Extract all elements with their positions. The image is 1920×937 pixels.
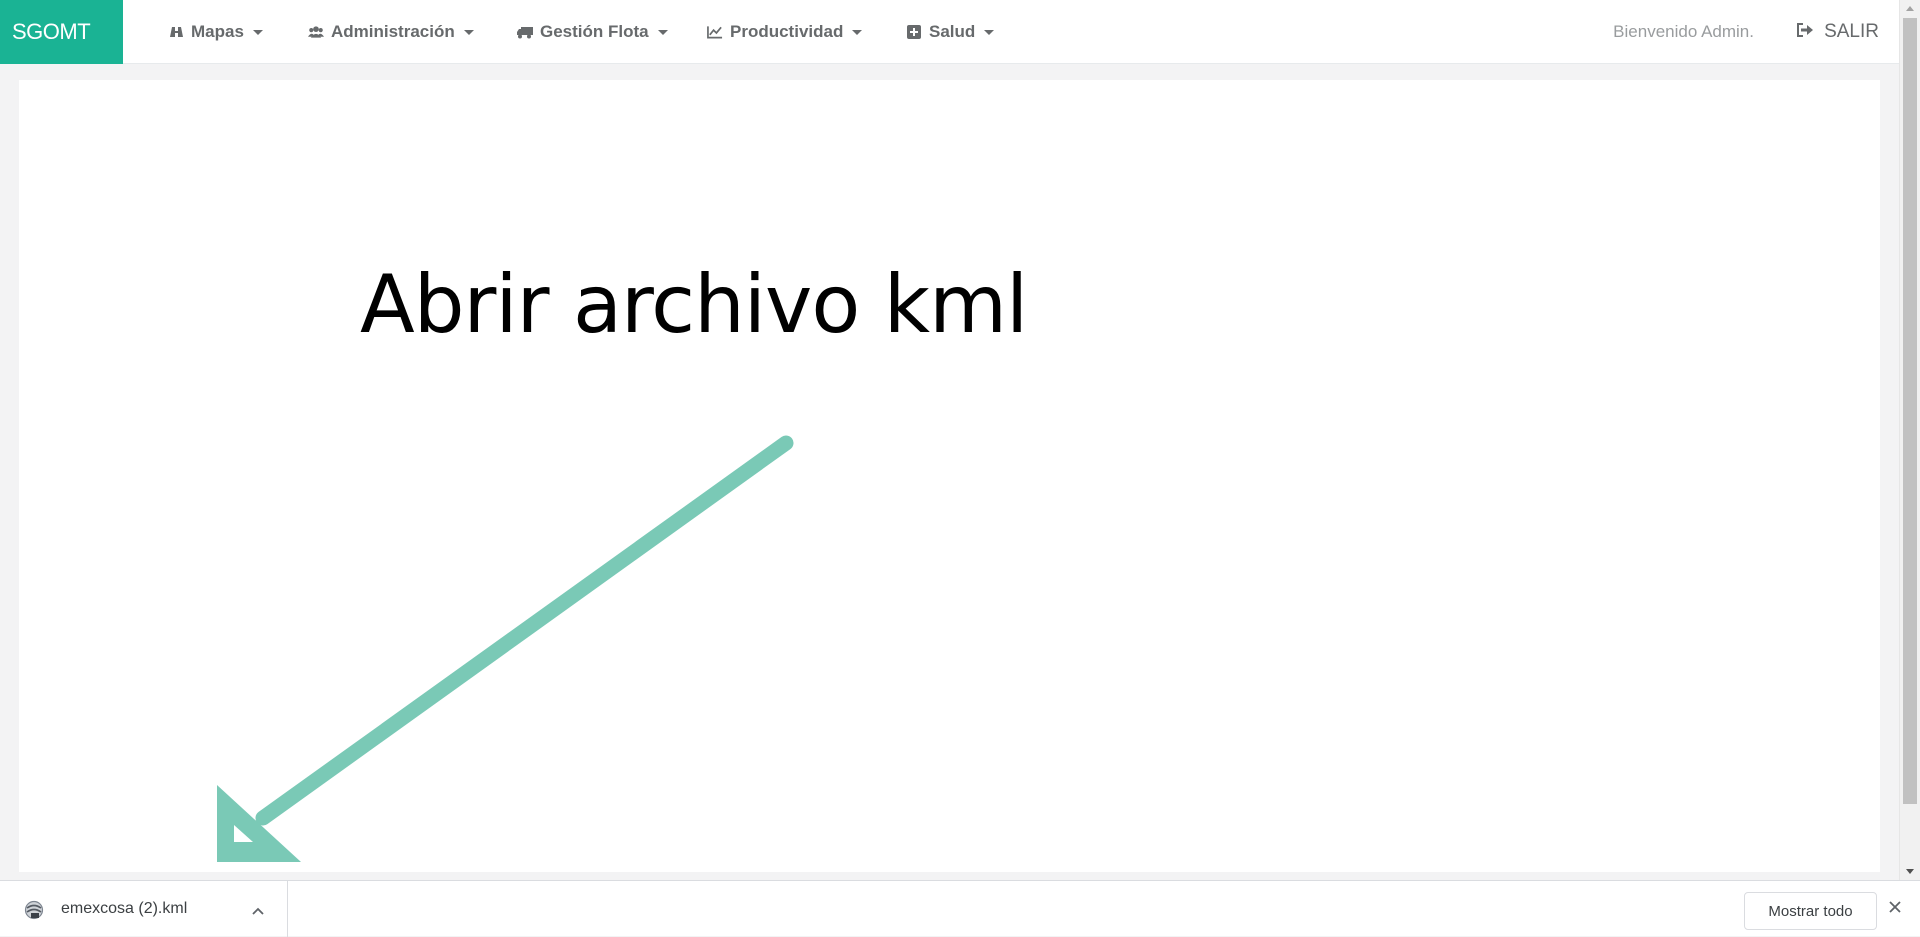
top-navbar: SGOMT Mapas Administración Gestión Flota…: [0, 0, 1899, 64]
nav-salud[interactable]: Salud: [906, 0, 995, 64]
kml-file-icon: [24, 900, 44, 925]
nav-mapas-label: Mapas: [191, 22, 244, 41]
content-panel: Abrir archivo kml: [19, 80, 1880, 872]
users-icon: [308, 24, 324, 40]
scroll-up-icon[interactable]: [1906, 6, 1914, 11]
nav-gestion-flota[interactable]: Gestión Flota: [517, 0, 668, 64]
download-file-name: emexcosa (2).kml: [61, 900, 188, 917]
chevron-down-icon: [657, 29, 668, 35]
truck-icon: [517, 24, 533, 40]
nav-productividad-label: Productividad: [730, 22, 844, 41]
scroll-down-icon[interactable]: [1906, 869, 1914, 874]
sign-out-icon: [1797, 21, 1814, 43]
logout-button[interactable]: SALIR: [1797, 0, 1879, 64]
nav-gestion-flota-label: Gestión Flota: [540, 22, 649, 41]
plus-square-icon: [906, 24, 922, 40]
nav-mapas[interactable]: Mapas: [168, 0, 263, 64]
nav-administracion[interactable]: Administración: [308, 0, 474, 64]
pointer-arrow: [217, 435, 794, 862]
chevron-down-icon: [984, 29, 995, 35]
welcome-message: Bienvenido Admin.: [1613, 22, 1754, 41]
chevron-up-icon[interactable]: [252, 903, 264, 921]
nav-productividad[interactable]: Productividad: [707, 0, 863, 64]
nav-salud-label: Salud: [929, 22, 976, 41]
nav-administracion-label: Administración: [331, 22, 455, 41]
show-all-button[interactable]: Mostrar todo: [1744, 892, 1877, 930]
scrollbar-thumb[interactable]: [1903, 18, 1917, 804]
logout-label: SALIR: [1824, 21, 1879, 42]
close-icon[interactable]: [1888, 900, 1902, 919]
brand-logo[interactable]: SGOMT: [0, 0, 123, 64]
chevron-down-icon: [252, 29, 263, 35]
chevron-down-icon: [463, 29, 474, 35]
vertical-scrollbar[interactable]: [1899, 0, 1920, 880]
chevron-down-icon: [852, 29, 863, 35]
download-item[interactable]: emexcosa (2).kml: [0, 881, 288, 937]
binoculars-icon: [168, 24, 184, 40]
line-chart-icon: [707, 24, 723, 40]
download-bar: emexcosa (2).kml Mostrar todo: [0, 880, 1920, 937]
